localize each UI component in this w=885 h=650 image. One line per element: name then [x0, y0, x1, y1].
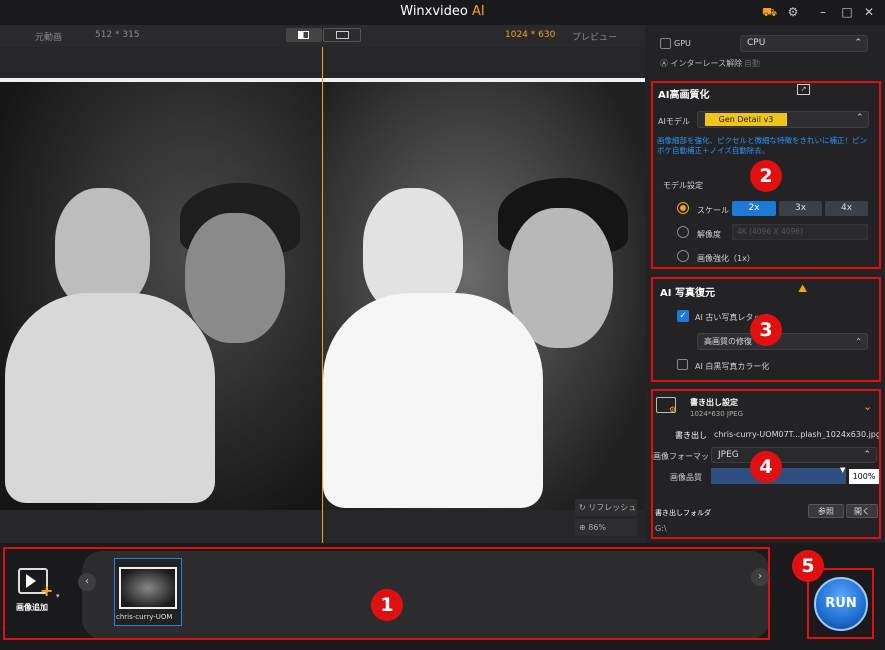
side-by-side-button[interactable] [323, 28, 361, 42]
close-icon[interactable]: ✕ [862, 5, 876, 19]
colorize-checkbox[interactable] [677, 359, 688, 370]
gpu-checkbox[interactable] [660, 38, 671, 49]
scroll-right-button[interactable]: › [751, 568, 769, 586]
quality-value[interactable]: 100% [849, 469, 879, 484]
original-size: 512 * 315 [95, 30, 140, 40]
scale-label: スケール [697, 206, 729, 215]
resolution-label: 解像度 [697, 230, 721, 239]
original-image [0, 78, 322, 510]
output-label: 書き出し [675, 431, 707, 440]
folder-path: G:\ [655, 524, 667, 533]
baby-dress-enhanced [323, 293, 543, 508]
baby-dress [5, 293, 215, 503]
deinterlace-label: Ⓐ インターレース解除 [660, 59, 743, 68]
deinterlace-value[interactable]: 自動 [744, 58, 760, 69]
preview-image [323, 78, 645, 510]
browse-button[interactable]: 参照 [808, 504, 844, 518]
model-dropdown-icon: ⌃ [856, 113, 864, 123]
old-photo-checkbox[interactable]: ✓ [677, 310, 689, 322]
colorize-label: AI 白黒写真カラー化 [695, 362, 770, 371]
upscale-title: AI高画質化 [658, 90, 710, 101]
callout-badge-1: 1 [371, 589, 403, 621]
thumbnail-image [119, 567, 177, 609]
scale-2x-button[interactable]: 2x [732, 201, 776, 216]
original-label: 元動画 [35, 33, 63, 43]
format-select[interactable]: JPEG ⌃ [711, 447, 877, 463]
mountain-icon: ⛰ [798, 282, 808, 295]
callout-badge-5: 5 [792, 550, 824, 582]
baby-face [55, 188, 150, 308]
preview-label: プレビュー [572, 33, 618, 43]
gpu-label: GPU [674, 39, 691, 48]
open-folder-button[interactable]: 開く [846, 504, 878, 518]
zoom-control[interactable]: ⊕ 86% [575, 519, 637, 536]
callout-badge-2: 2 [750, 160, 782, 192]
model-value: Gen Detail v3 [705, 113, 787, 126]
model-description: 画像細部を強化、ピクセルと微細な特徴をきれいに補正！ピンボケ自動補正＋ノイズ自動… [657, 136, 867, 155]
refresh-button[interactable]: ↻ リフレッシュ [575, 499, 637, 516]
export-title: 書き出し設定 [690, 398, 738, 407]
quality-slider-thumb[interactable]: ▼ [840, 466, 845, 474]
zoom-icon: ⊕ [579, 523, 589, 532]
refresh-icon: ↻ [579, 503, 589, 512]
callout-badge-3: 3 [750, 314, 782, 346]
enhance-label: 画像強化（1x） [697, 254, 755, 263]
callout-badge-4: 4 [750, 451, 782, 483]
folder-label: 書き出しフォルダ [655, 509, 711, 517]
cart-icon[interactable]: ⛟ [762, 5, 777, 19]
gpu-select[interactable]: CPU ⌃ [740, 35, 868, 52]
thumbnail-label: chris-curry-UOM [116, 613, 173, 621]
deinterlace-icon: Ⓐ [660, 59, 671, 68]
scale-radio[interactable] [677, 202, 689, 214]
scroll-left-button[interactable]: ‹ [78, 573, 96, 591]
export-info: 1024*630 JPEG [690, 410, 744, 418]
maximize-icon[interactable]: □ [840, 5, 854, 19]
collapse-icon[interactable]: ⌄ [863, 400, 872, 413]
scale-3x-button[interactable]: 3x [779, 201, 822, 216]
restore-title: AI 写真復元 [660, 288, 715, 299]
enhance-radio[interactable] [677, 250, 689, 262]
restore-mode-select[interactable]: 高画質の修復 ⌃ [697, 333, 868, 350]
app-title: Winxvideo AI [400, 4, 485, 19]
split-view-button[interactable] [286, 28, 322, 42]
minimize-icon[interactable]: – [816, 5, 830, 19]
output-size: 1024 * 630 [505, 30, 556, 40]
export-icon: ⚙ [656, 397, 676, 414]
model-settings-label: モデル設定 [663, 181, 703, 190]
run-button[interactable]: RUN [814, 577, 868, 631]
resolution-radio[interactable] [677, 226, 689, 238]
woman-face [185, 213, 285, 343]
add-image-label: 画像追加 [16, 603, 48, 612]
thumbnail-item[interactable]: chris-curry-UOM [114, 558, 182, 626]
quality-label: 画像品質 [670, 473, 702, 482]
add-image-dropdown-icon[interactable]: ▾ [56, 592, 60, 600]
format-label: 画像フォーマット [653, 452, 717, 461]
add-image-icon[interactable]: + [18, 568, 53, 599]
scale-4x-button[interactable]: 4x [825, 201, 868, 216]
output-filename[interactable]: chris-curry-UOM07T...plash_1024x630.jpg [714, 430, 879, 439]
resolution-select[interactable]: 4K (4096 X 4096) [732, 224, 868, 240]
expand-icon[interactable]: ↗ [797, 84, 810, 95]
model-label: AIモデル [658, 117, 690, 126]
gear-icon[interactable]: ⚙ [786, 5, 800, 19]
